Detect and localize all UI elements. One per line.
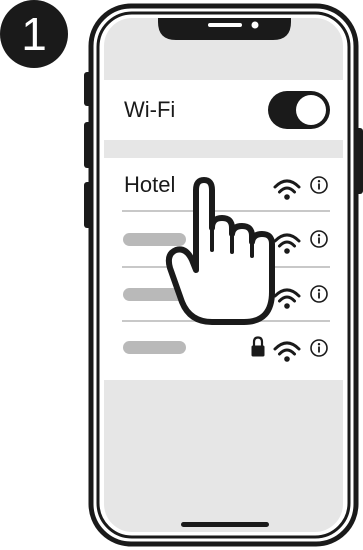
- phone-illustration: [84, 3, 363, 547]
- notch: [158, 18, 291, 40]
- network-name-placeholder: [123, 341, 186, 354]
- network-name-hotel[interactable]: Hotel: [124, 170, 175, 200]
- step-number-badge: 1: [0, 0, 68, 68]
- wifi-toggle[interactable]: [268, 91, 330, 129]
- network-name-placeholder: [123, 233, 186, 246]
- front-camera: [251, 21, 259, 29]
- toggle-knob: [296, 95, 326, 125]
- wifi-label: Wi-Fi: [124, 97, 176, 122]
- home-indicator[interactable]: [181, 522, 269, 527]
- illustration: 1 Wi-Fi Hotel: [0, 0, 363, 550]
- speaker-slot: [208, 23, 242, 27]
